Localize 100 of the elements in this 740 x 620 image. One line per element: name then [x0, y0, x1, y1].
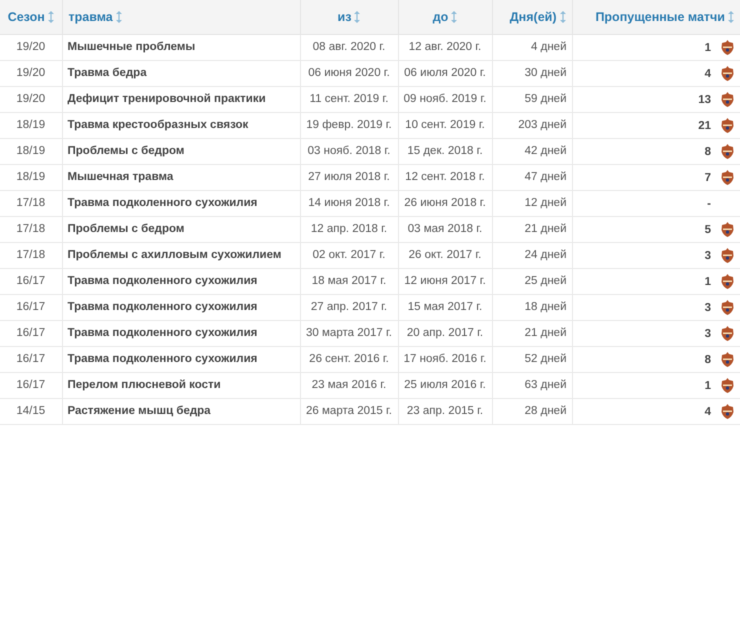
date-cell: 11 сент. 2019 г. [300, 86, 398, 112]
column-header[interactable]: Пропущенные матчи [572, 0, 740, 34]
date-cell: 12 июня 2017 г. [398, 268, 492, 294]
days-cell: 28 дней [492, 398, 572, 424]
date-cell: 15 дек. 2018 г. [398, 138, 492, 164]
club-crest-icon [721, 222, 734, 237]
season-cell: 19/20 [0, 86, 62, 112]
season-cell: 17/18 [0, 216, 62, 242]
column-header[interactable]: из [300, 0, 398, 34]
date-cell: 23 апр. 2015 г. [398, 398, 492, 424]
season-cell: 16/17 [0, 372, 62, 398]
date-cell: 06 июня 2020 г. [300, 60, 398, 86]
sort-icon [728, 11, 734, 23]
days-cell: 24 дней [492, 242, 572, 268]
date-cell: 23 мая 2016 г. [300, 372, 398, 398]
date-cell: 15 мая 2017 г. [398, 294, 492, 320]
date-cell: 12 авг. 2020 г. [398, 34, 492, 60]
missed-games-count: 21 [698, 120, 711, 132]
injury-cell: Мышечные проблемы [62, 34, 300, 60]
injury-cell: Травма подколенного сухожилия [62, 294, 300, 320]
club-crest-icon [721, 92, 734, 107]
days-cell: 63 дней [492, 372, 572, 398]
date-cell: 26 сент. 2016 г. [300, 346, 398, 372]
missed-games-count: 1 [704, 380, 711, 392]
date-cell: 30 марта 2017 г. [300, 320, 398, 346]
injury-cell: Травма бедра [62, 60, 300, 86]
season-cell: 16/17 [0, 268, 62, 294]
date-cell: 26 окт. 2017 г. [398, 242, 492, 268]
club-crest-icon [721, 248, 734, 263]
missed-games-count: 13 [698, 94, 711, 106]
missed-games-count: 3 [704, 302, 711, 314]
date-cell: 26 марта 2015 г. [300, 398, 398, 424]
club-crest-icon [721, 144, 734, 159]
injury-cell: Дефицит тренировочной практики [62, 86, 300, 112]
season-cell: 16/17 [0, 346, 62, 372]
date-cell: 08 авг. 2020 г. [300, 34, 398, 60]
injury-cell: Травма подколенного сухожилия [62, 320, 300, 346]
injury-cell: Проблемы с ахилловым сухожилием [62, 242, 300, 268]
sort-icon [48, 11, 54, 23]
club-crest-icon [721, 170, 734, 185]
club-crest-icon [721, 326, 734, 341]
days-cell: 52 дней [492, 346, 572, 372]
missed-games-count: 4 [704, 68, 711, 80]
date-cell: 03 нояб. 2018 г. [300, 138, 398, 164]
injury-cell: Травма подколенного сухожилия [62, 190, 300, 216]
missed-games-count: 8 [704, 146, 711, 158]
club-crest-icon [721, 66, 734, 81]
season-cell: 18/19 [0, 112, 62, 138]
column-header[interactable]: травма [62, 0, 300, 34]
club-crest-icon [721, 404, 734, 419]
date-cell: 27 апр. 2017 г. [300, 294, 398, 320]
injury-cell: Растяжение мышц бедра [62, 398, 300, 424]
date-cell: 18 мая 2017 г. [300, 268, 398, 294]
sort-icon [116, 11, 122, 23]
season-cell: 17/18 [0, 242, 62, 268]
missed-games-count: 7 [704, 172, 711, 184]
missed-games-count: 1 [704, 42, 711, 54]
column-header[interactable]: Дня(ей) [492, 0, 572, 34]
season-cell: 16/17 [0, 320, 62, 346]
date-cell: 10 сент. 2019 г. [398, 112, 492, 138]
days-cell: 4 дней [492, 34, 572, 60]
date-cell: 02 окт. 2017 г. [300, 242, 398, 268]
sort-icon [451, 11, 458, 23]
season-cell: 16/17 [0, 294, 62, 320]
days-cell: 18 дней [492, 294, 572, 320]
season-cell: 18/19 [0, 138, 62, 164]
injury-cell: Травма крестообразных связок [62, 112, 300, 138]
days-cell: 25 дней [492, 268, 572, 294]
injury-cell: Проблемы с бедром [62, 138, 300, 164]
date-cell: 25 июля 2016 г. [398, 372, 492, 398]
days-cell: 21 дней [492, 216, 572, 242]
date-cell: 20 апр. 2017 г. [398, 320, 492, 346]
days-cell: 12 дней [492, 190, 572, 216]
date-cell: 06 июля 2020 г. [398, 60, 492, 86]
sort-icon [354, 11, 360, 23]
sort-icon [560, 11, 566, 23]
injury-cell: Мышечная травма [62, 164, 300, 190]
days-cell: 59 дней [492, 86, 572, 112]
club-crest-icon [721, 378, 734, 393]
missed-games-count: 3 [704, 250, 711, 262]
date-cell: 03 мая 2018 г. [398, 216, 492, 242]
date-cell: 19 февр. 2019 г. [300, 112, 398, 138]
season-cell: 18/19 [0, 164, 62, 190]
date-cell: 09 нояб. 2019 г. [398, 86, 492, 112]
missed-games-count: 5 [704, 224, 711, 236]
season-cell: 14/15 [0, 398, 62, 424]
injury-cell: Травма подколенного сухожилия [62, 346, 300, 372]
date-cell: 27 июля 2018 г. [300, 164, 398, 190]
injury-cell: Перелом плюсневой кости [62, 372, 300, 398]
date-cell: 12 апр. 2018 г. [300, 216, 398, 242]
column-header[interactable]: Сезон [0, 0, 62, 34]
missed-games-count: 3 [704, 328, 711, 340]
days-cell: 42 дней [492, 138, 572, 164]
column-header[interactable]: до [398, 0, 492, 34]
date-cell: 12 сент. 2018 г. [398, 164, 492, 190]
days-cell: 30 дней [492, 60, 572, 86]
missed-games-count: 1 [704, 276, 711, 288]
club-crest-icon [721, 352, 734, 367]
date-cell: 26 июня 2018 г. [398, 190, 492, 216]
season-cell: 19/20 [0, 34, 62, 60]
